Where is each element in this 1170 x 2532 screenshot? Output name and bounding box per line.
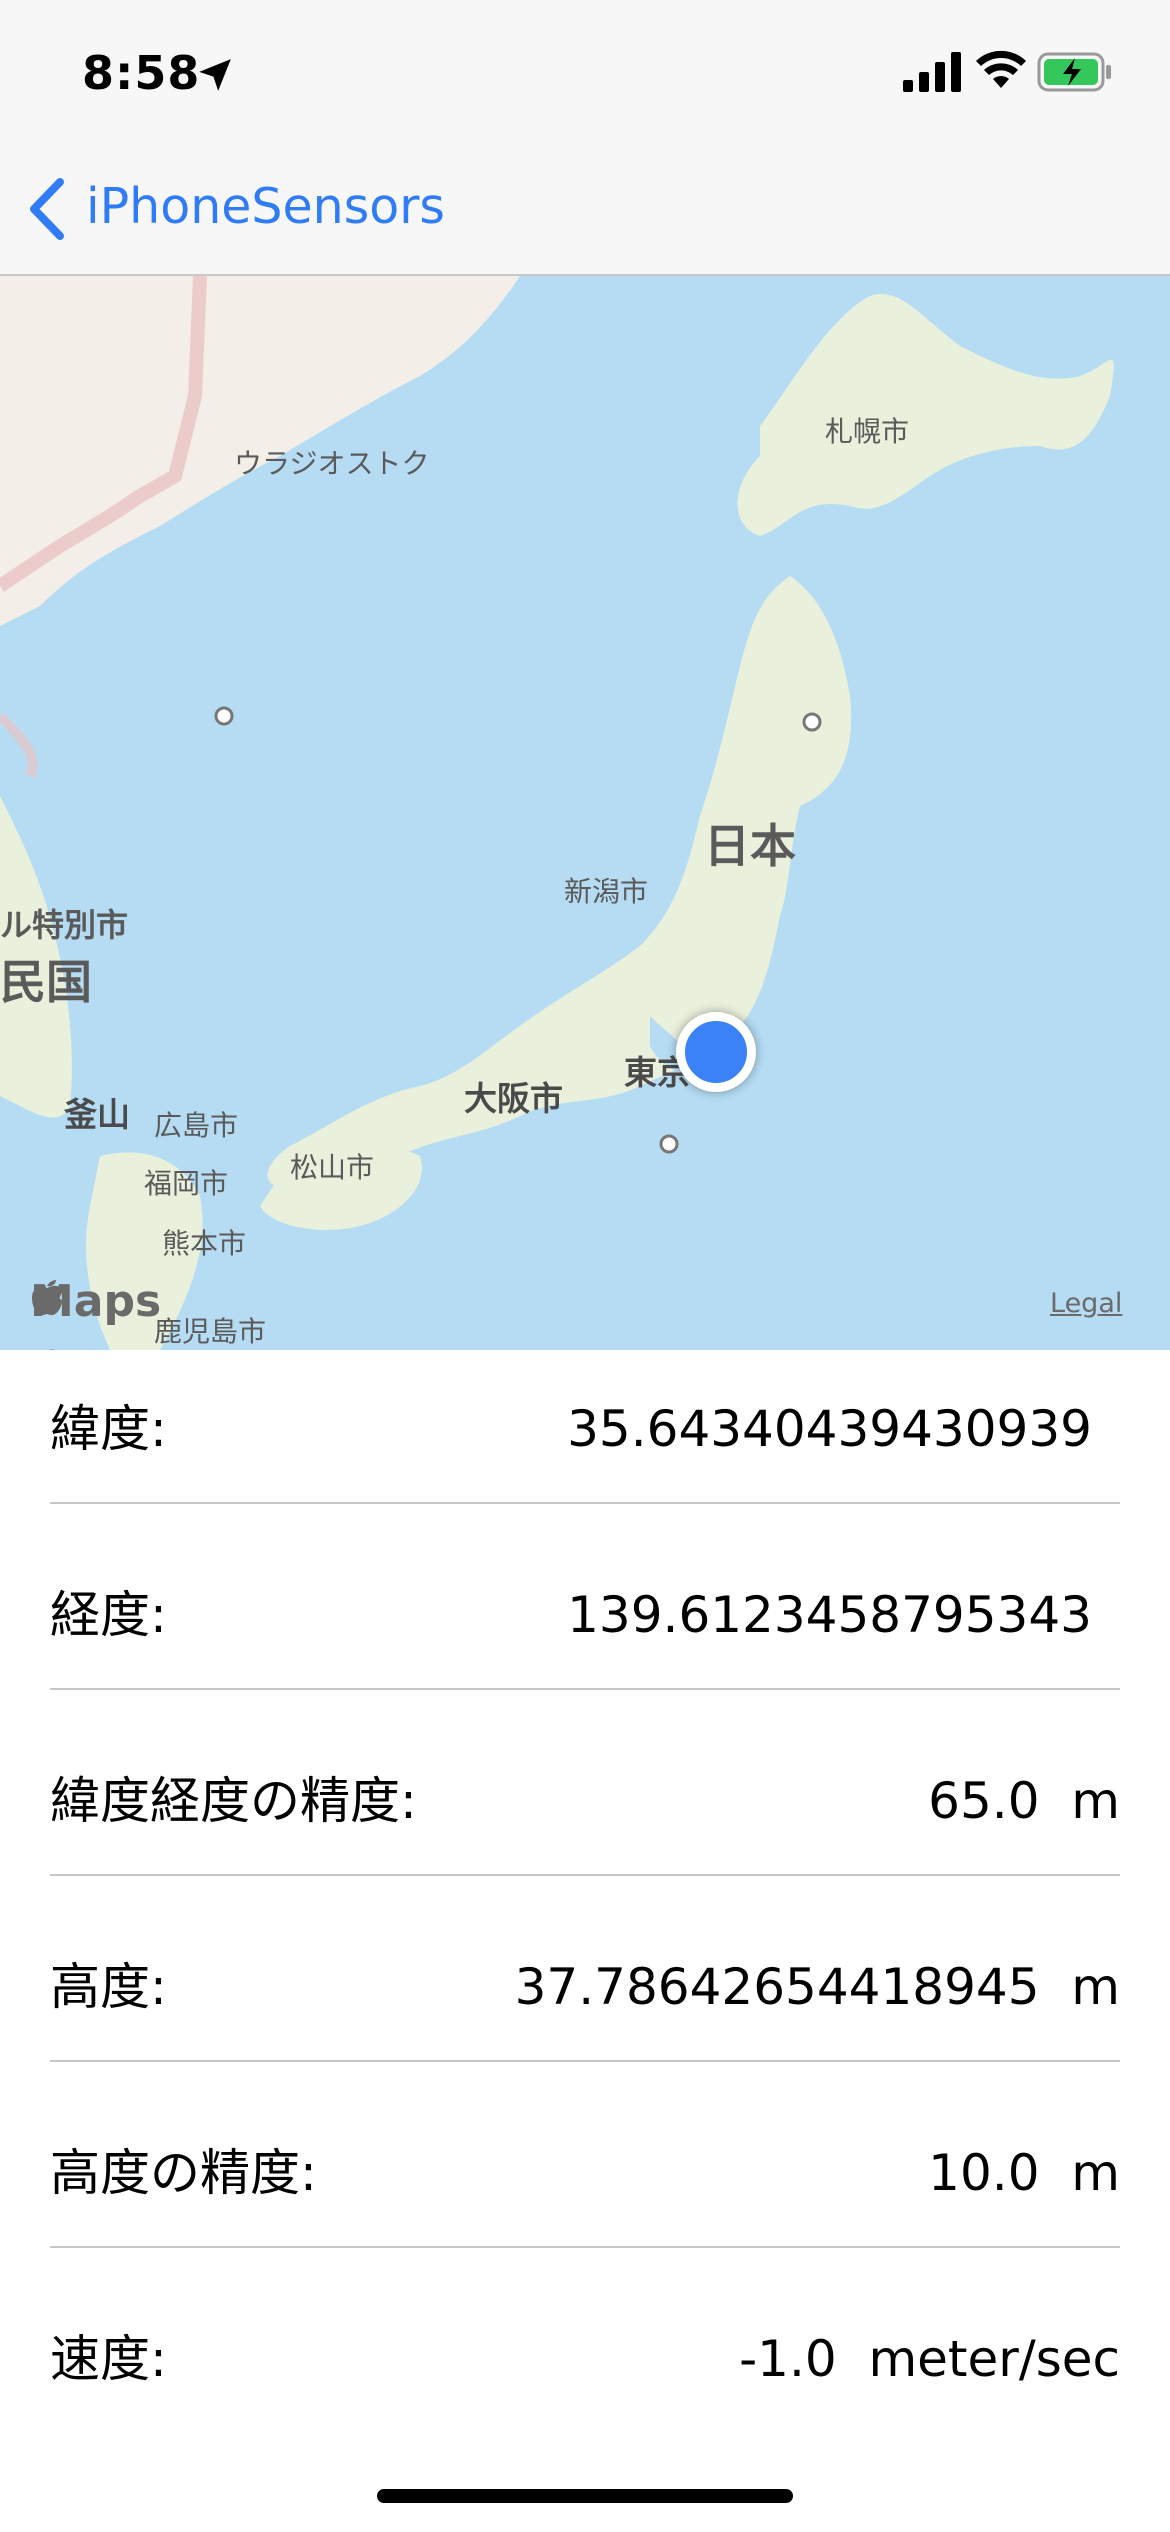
- location-arrow-icon: [199, 59, 231, 91]
- map-label-busan: 釜山: [64, 1095, 130, 1134]
- sensor-list: 緯度: 35.64340439430939 経度: 139.6123458795…: [0, 1350, 1170, 2466]
- altitude-label: 高度:: [50, 1958, 167, 2016]
- map-label-niigata: 新潟市: [564, 875, 649, 908]
- map-label-matsuyama: 松山市: [290, 1151, 375, 1184]
- maps-attribution: Maps: [30, 1276, 161, 1327]
- back-chevron-icon[interactable]: [24, 176, 70, 242]
- map-label-seoul: ル特別市: [0, 906, 129, 944]
- latitude-value: 35.64340439430939: [567, 1400, 1092, 1458]
- map-label-vladivostok: ウラジオストク: [234, 447, 430, 480]
- row-horizontal-accuracy: 緯度経度の精度: 65.0 m: [0, 1722, 1170, 1908]
- row-divider: [50, 1688, 1120, 1690]
- map-label-kumamoto: 熊本市: [162, 1227, 247, 1260]
- apple-logo-icon: [32, 1280, 62, 1316]
- battery-charging-icon: [1037, 52, 1111, 92]
- latitude-label: 緯度:: [50, 1400, 167, 1458]
- row-divider: [50, 1874, 1120, 1876]
- home-indicator[interactable]: [377, 2489, 793, 2503]
- status-time: 8:58: [82, 46, 201, 100]
- row-speed: 速度: -1.0 meter/sec: [0, 2280, 1170, 2466]
- row-longitude: 経度: 139.6123458795343: [0, 1536, 1170, 1722]
- row-latitude: 緯度: 35.64340439430939: [0, 1350, 1170, 1536]
- legal-link[interactable]: Legal: [1050, 1288, 1122, 1319]
- vertical-accuracy-label: 高度の精度:: [50, 2144, 317, 2202]
- map-label-hiroshima: 広島市: [154, 1109, 239, 1142]
- horizontal-accuracy-label: 緯度経度の精度:: [50, 1772, 417, 1830]
- wifi-icon: [976, 50, 1026, 88]
- row-divider: [50, 2060, 1120, 2062]
- status-bar: 8:58: [0, 0, 1170, 150]
- map-label-korea: 民国: [0, 955, 92, 1009]
- speed-value: -1.0 meter/sec: [739, 2330, 1120, 2388]
- map-label-japan: 日本: [704, 819, 796, 873]
- map-view[interactable]: ウラジオストク 札幌市 日本 新潟市 ル特別市 民国 釜山 東京 大阪市 広島市…: [0, 276, 1170, 1350]
- map-label-fukuoka: 福岡市: [144, 1167, 229, 1200]
- row-altitude: 高度: 37.78642654418945 m: [0, 1908, 1170, 2094]
- map-label-osaka: 大阪市: [464, 1079, 563, 1118]
- horizontal-accuracy-value: 65.0 m: [928, 1772, 1120, 1830]
- row-divider: [50, 1502, 1120, 1504]
- user-location-dot: [676, 1012, 756, 1092]
- longitude-label: 経度:: [50, 1586, 167, 1644]
- vertical-accuracy-value: 10.0 m: [928, 2144, 1120, 2202]
- speed-label: 速度:: [50, 2330, 167, 2388]
- altitude-value: 37.78642654418945 m: [514, 1958, 1120, 2016]
- map-label-kagoshima: 鹿児島市: [154, 1315, 267, 1348]
- back-button[interactable]: iPhoneSensors: [86, 178, 445, 235]
- longitude-value: 139.6123458795343: [567, 1586, 1092, 1644]
- map-label-sapporo: 札幌市: [825, 415, 910, 448]
- cellular-signal-icon: [903, 52, 961, 92]
- row-divider: [50, 2246, 1120, 2248]
- navigation-bar: iPhoneSensors: [0, 150, 1170, 276]
- row-vertical-accuracy: 高度の精度: 10.0 m: [0, 2094, 1170, 2280]
